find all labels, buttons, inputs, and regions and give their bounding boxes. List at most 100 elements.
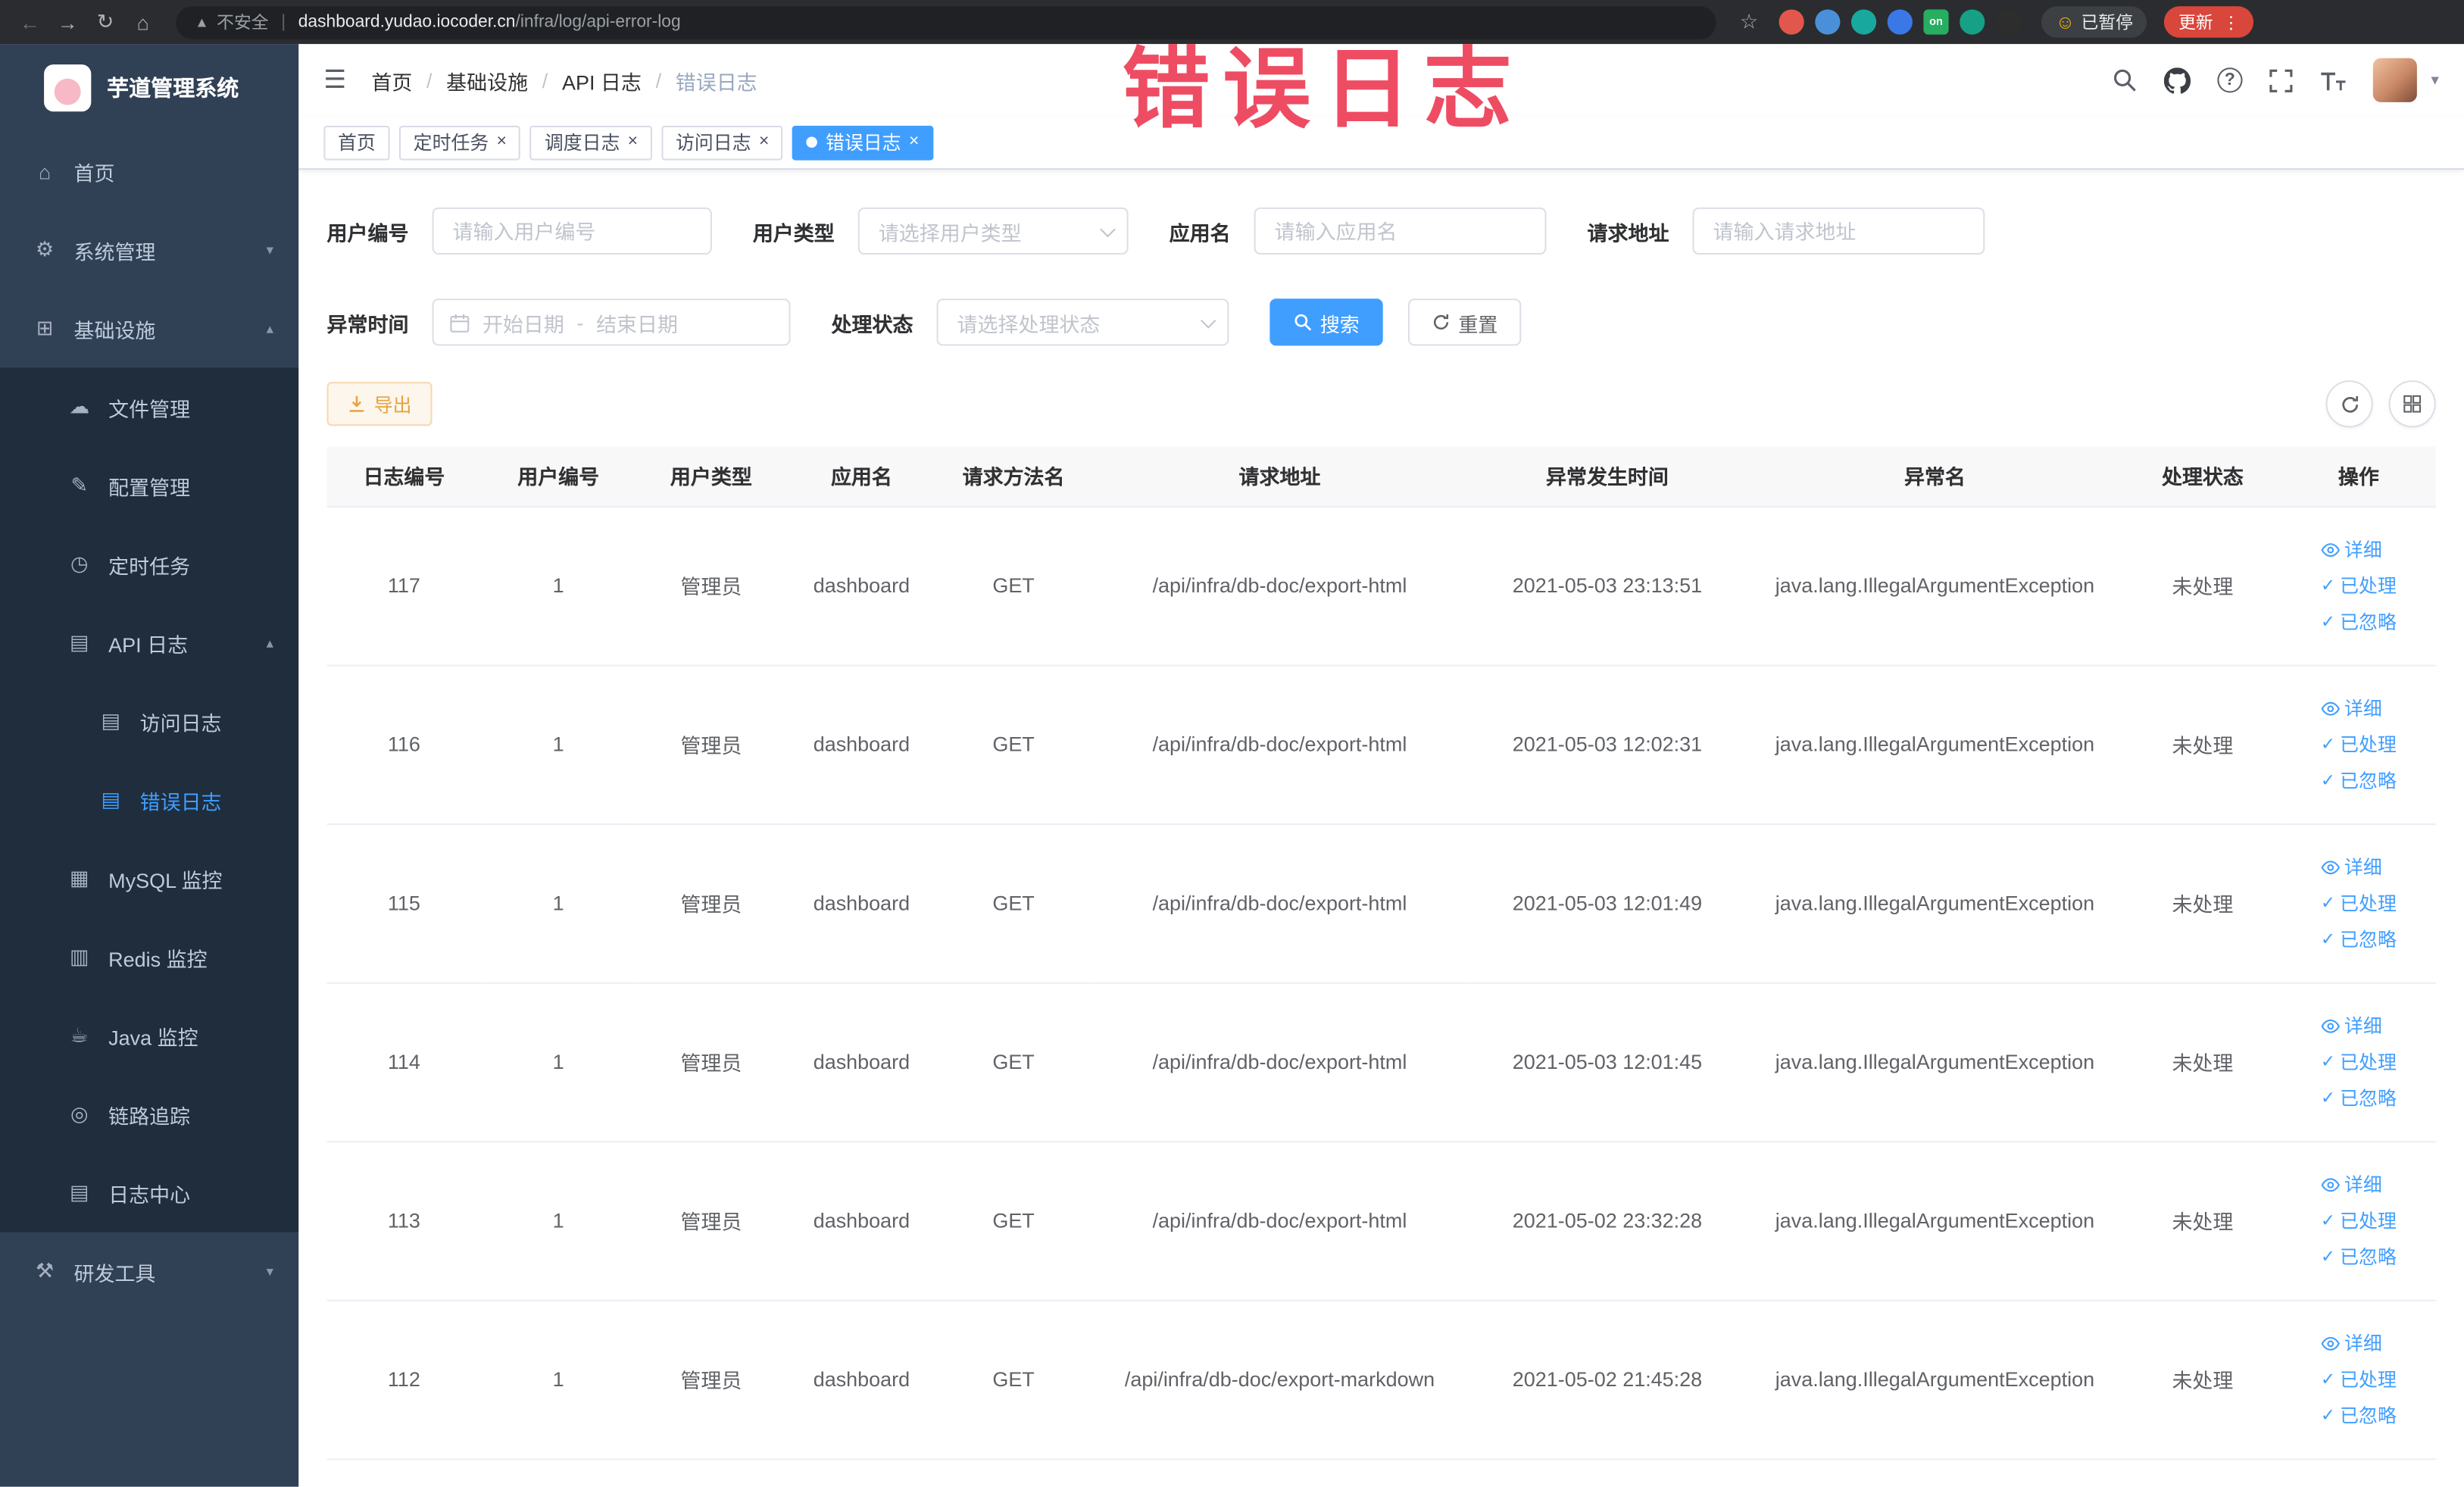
start-date-placeholder: 开始日期 <box>482 311 564 336</box>
sidebar-item-access-log[interactable]: ▤ 访问日志 <box>0 682 299 761</box>
chevron-icon: ▴ <box>266 634 273 650</box>
mark-ignored-link[interactable]: ✓ 已忽略 <box>2321 1085 2397 1111</box>
help-icon[interactable]: ? <box>2217 67 2243 93</box>
sidebar-item-config-management[interactable]: ✎ 配置管理 <box>0 446 299 525</box>
detail-link[interactable]: 详细 <box>2321 1171 2382 1198</box>
sidebar-item-file-management[interactable]: ☁ 文件管理 <box>0 367 299 447</box>
detail-link[interactable]: 详细 <box>2321 854 2382 880</box>
extension-icon[interactable] <box>1887 9 1913 35</box>
cell-status: 未处理 <box>2123 1141 2281 1301</box>
menu-label: API 日志 <box>108 633 189 657</box>
table-row: 116 1 管理员 dashboard GET /api/infra/db-do… <box>326 664 2436 825</box>
browser-forward-icon[interactable]: → <box>50 10 85 33</box>
mark-processed-link[interactable]: ✓ 已处理 <box>2321 1207 2397 1233</box>
cell-status: 未处理 <box>2123 664 2281 825</box>
tab-close-icon[interactable]: × <box>759 133 769 151</box>
process-status-label: 处理状态 <box>831 311 913 336</box>
tools-icon: ⚒ <box>36 1258 55 1282</box>
tab-home[interactable]: 首页 <box>323 124 390 160</box>
app-logo[interactable]: 芋道管理系统 <box>0 44 298 132</box>
detail-link[interactable]: 详细 <box>2321 1329 2382 1356</box>
tab-close-icon[interactable]: × <box>628 133 638 151</box>
action-stack: 详细 ✓ 已处理 ✓ 已忽略 <box>2321 1012 2397 1111</box>
mark-processed-link[interactable]: ✓ 已处理 <box>2321 1366 2397 1392</box>
detail-link[interactable]: 详细 <box>2321 536 2382 562</box>
sidebar-item-system-management[interactable]: ⚙ 系统管理 ▾ <box>0 211 298 289</box>
search-icon[interactable] <box>2112 67 2137 92</box>
mark-processed-link[interactable]: ✓ 已处理 <box>2321 1048 2397 1075</box>
browser-back-icon[interactable]: ← <box>13 10 48 33</box>
extension-icon[interactable] <box>1995 9 2022 35</box>
tab-schedule-log[interactable]: 调度日志 × <box>530 124 652 160</box>
browser-home-icon[interactable]: ⌂ <box>126 10 161 33</box>
sidebar-item-api-log[interactable]: ▤ API 日志 ▴ <box>0 603 299 683</box>
mark-processed-link[interactable]: ✓ 已处理 <box>2321 889 2397 916</box>
process-status-select[interactable]: 请选择处理状态 <box>936 298 1229 346</box>
hamburger-icon[interactable]: ☰ <box>323 64 346 95</box>
sidebar-item-infrastructure[interactable]: ⊞ 基础设施 ▴ <box>0 289 298 368</box>
mark-ignored-link[interactable]: ✓ 已忽略 <box>2321 767 2397 793</box>
mark-processed-link[interactable]: ✓ 已处理 <box>2321 731 2397 758</box>
chevron-down-icon <box>1100 220 1116 237</box>
sidebar-item-home[interactable]: ⌂ 首页 <box>0 132 298 211</box>
browser-reload-icon[interactable]: ↻ <box>88 9 123 34</box>
tab-scheduled-tasks[interactable]: 定时任务 × <box>399 124 521 160</box>
extension-icon[interactable] <box>1960 9 1985 35</box>
breadcrumb-current: 错误日志 <box>675 70 757 94</box>
sidebar-item-mysql-monitor[interactable]: ▦ MySQL 监控 <box>0 839 299 918</box>
reset-button[interactable]: 重置 <box>1408 298 1522 346</box>
sidebar-item-java-monitor[interactable]: ☕ Java 监控 <box>0 996 299 1076</box>
sidebar-item-dev-tools[interactable]: ⚒ 研发工具 ▾ <box>0 1232 298 1311</box>
extension-icon[interactable] <box>1850 9 1877 35</box>
detail-link[interactable]: 详细 <box>2321 695 2382 721</box>
profile-paused-badge[interactable]: ☺ 已暂停 <box>2041 6 2147 38</box>
mark-ignored-link[interactable]: ✓ 已忽略 <box>2321 1243 2397 1270</box>
mark-ignored-link[interactable]: ✓ 已忽略 <box>2321 926 2397 952</box>
cell-actions: 详细 ✓ 已处理 ✓ 已忽略 <box>2281 506 2436 666</box>
date-range-picker[interactable]: 开始日期 - 结束日期 <box>432 298 791 346</box>
cell-exception-name: java.lang.IllegalArgumentException <box>1745 1299 2124 1460</box>
check-icon: ✓ <box>2320 1248 2335 1267</box>
sidebar-item-redis-monitor[interactable]: ▥ Redis 监控 <box>0 917 299 997</box>
browser-update-button[interactable]: 更新 ⋮ <box>2164 6 2254 38</box>
sidebar-item-scheduled-tasks[interactable]: ◷ 定时任务 <box>0 524 299 604</box>
tab-access-log[interactable]: 访问日志 × <box>661 124 783 160</box>
user-avatar[interactable] <box>2372 58 2417 102</box>
action-stack: 详细 ✓ 已处理 ✓ 已忽略 <box>2321 1329 2397 1429</box>
refresh-button[interactable] <box>2325 380 2373 428</box>
breadcrumb-home[interactable]: 首页 <box>371 65 412 95</box>
app-name-input[interactable] <box>1254 207 1547 255</box>
filter-app-name: 应用名 <box>1170 207 1547 255</box>
url-domain: dashboard.yudao.iocoder.cn <box>298 12 516 32</box>
browser-menu-icon[interactable]: ⋮ <box>2222 12 2240 33</box>
sidebar-item-log-center[interactable]: ▤ 日志中心 <box>0 1153 299 1232</box>
github-icon[interactable] <box>2163 67 2191 93</box>
tab-close-icon[interactable]: × <box>497 133 507 151</box>
tab-error-log[interactable]: 错误日志 × <box>792 124 934 160</box>
breadcrumb-infrastructure[interactable]: 基础设施 <box>446 65 528 95</box>
detail-link[interactable]: 详细 <box>2321 1012 2382 1039</box>
mark-ignored-link[interactable]: ✓ 已忽略 <box>2321 1402 2397 1429</box>
search-button[interactable]: 搜索 <box>1269 298 1383 346</box>
check-icon: ✓ <box>2320 613 2335 633</box>
user-type-select[interactable]: 请选择用户类型 <box>857 207 1129 255</box>
sidebar-item-tracing[interactable]: ◎ 链路追踪 <box>0 1075 299 1154</box>
mark-ignored-link[interactable]: ✓ 已忽略 <box>2321 608 2397 635</box>
request-url-input[interactable] <box>1692 207 1985 255</box>
extension-on-badge[interactable]: on <box>1923 9 1949 35</box>
tab-close-icon[interactable]: × <box>909 133 919 151</box>
sidebar-item-error-log[interactable]: ▤ 错误日志 <box>0 761 299 839</box>
bookmark-star-icon[interactable]: ☆ <box>1732 9 1766 34</box>
extension-icon[interactable] <box>1779 9 1804 35</box>
fullscreen-icon[interactable] <box>2269 68 2293 92</box>
update-label: 更新 <box>2178 14 2213 33</box>
column-settings-button[interactable] <box>2388 380 2436 428</box>
font-size-icon[interactable] <box>2319 68 2346 92</box>
extension-icon[interactable] <box>1815 9 1841 35</box>
cell-status: 未处理 <box>2123 982 2281 1142</box>
avatar-caret-icon[interactable]: ▾ <box>2431 71 2438 89</box>
breadcrumb-api-log[interactable]: API 日志 <box>562 65 642 95</box>
export-button[interactable]: 导出 <box>326 382 433 426</box>
user-id-input[interactable] <box>432 207 712 255</box>
mark-processed-link[interactable]: ✓ 已处理 <box>2321 572 2397 598</box>
